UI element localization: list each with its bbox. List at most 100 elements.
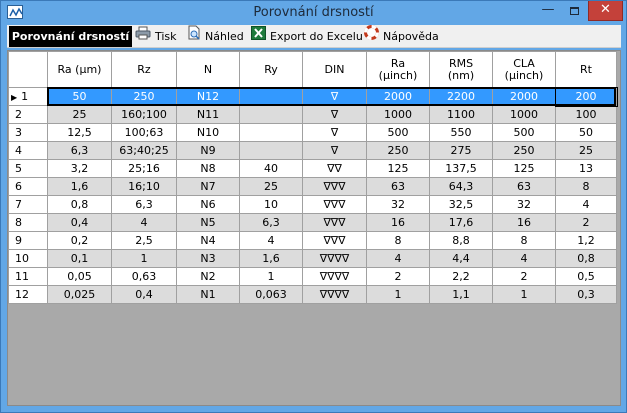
table-cell[interactable]: N1: [176, 285, 240, 304]
table-cell[interactable]: 0,5: [555, 267, 617, 286]
table-cell[interactable]: 160;100: [111, 105, 177, 124]
table-cell[interactable]: N10: [176, 123, 240, 142]
table-cell[interactable]: 2,2: [429, 267, 493, 286]
table-cell[interactable]: ∇: [302, 141, 367, 160]
table-cell[interactable]: 25: [239, 177, 303, 196]
table-cell[interactable]: 100: [555, 105, 617, 124]
column-header[interactable]: DIN: [302, 51, 367, 88]
help-button[interactable]: Nápověda: [364, 24, 439, 48]
table-cell[interactable]: 4: [492, 249, 556, 268]
table-cell[interactable]: [239, 105, 303, 124]
row-header[interactable]: 12: [8, 285, 48, 304]
table-cell[interactable]: 4: [555, 195, 617, 214]
column-header[interactable]: Rz: [111, 51, 177, 88]
table-cell[interactable]: 8,8: [429, 231, 493, 250]
grid-container[interactable]: Ra (µm) Rz N Ry DIN Ra (µinch) RMS (nm) CL…: [7, 50, 621, 406]
table-cell[interactable]: 250: [366, 141, 430, 160]
table-cell[interactable]: 8: [555, 177, 617, 196]
table-row[interactable]: 9 0,2 2,5 N4 4 ∇∇∇ 8 8,8 8 1,2: [8, 231, 617, 250]
table-row[interactable]: 8 0,4 4 N5 6,3 ∇∇∇ 16 17,6 16 2: [8, 213, 617, 232]
column-header[interactable]: N: [176, 51, 240, 88]
table-cell[interactable]: 125: [492, 159, 556, 178]
table-cell[interactable]: [239, 123, 303, 142]
table-cell[interactable]: 50: [555, 123, 617, 142]
table-cell[interactable]: 500: [492, 123, 556, 142]
row-header[interactable]: 8: [8, 213, 48, 232]
table-cell[interactable]: 13: [555, 159, 617, 178]
table-row[interactable]: 5 3,2 25;16 N8 40 ∇∇ 125 137,5 125 13: [8, 159, 617, 178]
table-cell[interactable]: 200: [554, 86, 618, 107]
table-cell[interactable]: 12,5: [47, 123, 112, 142]
table-cell[interactable]: 4: [239, 231, 303, 250]
table-row[interactable]: ▶ 1 50 250 N12 ∇ 2000 2200 2000 200: [8, 86, 618, 107]
table-cell[interactable]: ∇∇: [302, 159, 367, 178]
table-cell[interactable]: 32: [492, 195, 556, 214]
table-cell[interactable]: 1000: [366, 105, 430, 124]
table-cell[interactable]: ∇∇∇: [302, 195, 367, 214]
table-cell[interactable]: N9: [176, 141, 240, 160]
table-cell[interactable]: 50: [47, 87, 112, 106]
table-cell[interactable]: 0,2: [47, 231, 112, 250]
table-row[interactable]: 11 0,05 0,63 N2 1 ∇∇∇∇ 2 2,2 2 0,5: [8, 267, 617, 286]
table-cell[interactable]: 125: [366, 159, 430, 178]
table-cell[interactable]: 1: [239, 267, 303, 286]
table-row[interactable]: 12 0,025 0,4 N1 0,063 ∇∇∇∇ 1 1,1 1 0,3: [8, 285, 617, 304]
table-cell[interactable]: 32: [366, 195, 430, 214]
row-header[interactable]: 7: [8, 195, 48, 214]
table-cell[interactable]: 6,3: [47, 141, 112, 160]
table-cell[interactable]: N4: [176, 231, 240, 250]
table-cell[interactable]: 63: [492, 177, 556, 196]
table-cell[interactable]: [239, 141, 303, 160]
table-row[interactable]: 10 0,1 1 N3 1,6 ∇∇∇∇ 4 4,4 4 0,8: [8, 249, 617, 268]
table-cell[interactable]: 0,3: [555, 285, 617, 304]
table-cell[interactable]: 10: [239, 195, 303, 214]
table-cell[interactable]: N8: [176, 159, 240, 178]
table-cell[interactable]: ∇: [302, 105, 367, 124]
table-cell[interactable]: 63;40;25: [111, 141, 177, 160]
table-cell[interactable]: 0,4: [111, 285, 177, 304]
table-cell[interactable]: 16: [366, 213, 430, 232]
table-cell[interactable]: 2,5: [111, 231, 177, 250]
table-cell[interactable]: 64,3: [429, 177, 493, 196]
table-cell[interactable]: 4,4: [429, 249, 493, 268]
table-cell[interactable]: ∇∇∇∇: [302, 285, 367, 304]
table-cell[interactable]: 4: [111, 213, 177, 232]
column-header[interactable]: RMS (nm): [429, 51, 493, 88]
table-cell[interactable]: 1100: [429, 105, 493, 124]
table-cell[interactable]: N6: [176, 195, 240, 214]
table-cell[interactable]: 6,3: [239, 213, 303, 232]
title-bar[interactable]: Porovnání drsností — ✕: [1, 1, 626, 25]
preview-button[interactable]: Náhled: [187, 25, 244, 48]
export-excel-button[interactable]: Export do Excelu: [251, 25, 363, 48]
table-cell[interactable]: 40: [239, 159, 303, 178]
table-cell[interactable]: 275: [429, 141, 493, 160]
table-cell[interactable]: N11: [176, 105, 240, 124]
table-row[interactable]: 3 12,5 100;63 N10 ∇ 500 550 500 50: [8, 123, 617, 142]
table-cell[interactable]: 100;63: [111, 123, 177, 142]
table-cell[interactable]: ∇∇∇: [302, 177, 367, 196]
table-cell[interactable]: 0,063: [239, 285, 303, 304]
table-cell[interactable]: ∇: [302, 87, 367, 106]
row-header[interactable]: 2: [8, 105, 48, 124]
table-cell[interactable]: 1,1: [429, 285, 493, 304]
corner-header[interactable]: [8, 51, 48, 88]
table-cell[interactable]: 16: [492, 213, 556, 232]
table-cell[interactable]: 3,2: [47, 159, 112, 178]
table-cell[interactable]: 1,2: [555, 231, 617, 250]
table-cell[interactable]: 0,025: [47, 285, 112, 304]
table-cell[interactable]: 25: [47, 105, 112, 124]
column-header[interactable]: CLA (µinch): [492, 51, 556, 88]
table-cell[interactable]: 2: [366, 267, 430, 286]
table-cell[interactable]: N12: [176, 87, 240, 106]
table-cell[interactable]: ∇: [302, 123, 367, 142]
table-row[interactable]: 4 6,3 63;40;25 N9 ∇ 250 275 250 25: [8, 141, 617, 160]
table-cell[interactable]: 63: [366, 177, 430, 196]
column-header[interactable]: Ra (µinch): [366, 51, 430, 88]
table-cell[interactable]: N2: [176, 267, 240, 286]
row-header[interactable]: 3: [8, 123, 48, 142]
row-header[interactable]: 10: [8, 249, 48, 268]
table-cell[interactable]: 1,6: [47, 177, 112, 196]
table-row[interactable]: 7 0,8 6,3 N6 10 ∇∇∇ 32 32,5 32 4: [8, 195, 617, 214]
table-cell[interactable]: 4: [366, 249, 430, 268]
table-cell[interactable]: ∇∇∇: [302, 231, 367, 250]
